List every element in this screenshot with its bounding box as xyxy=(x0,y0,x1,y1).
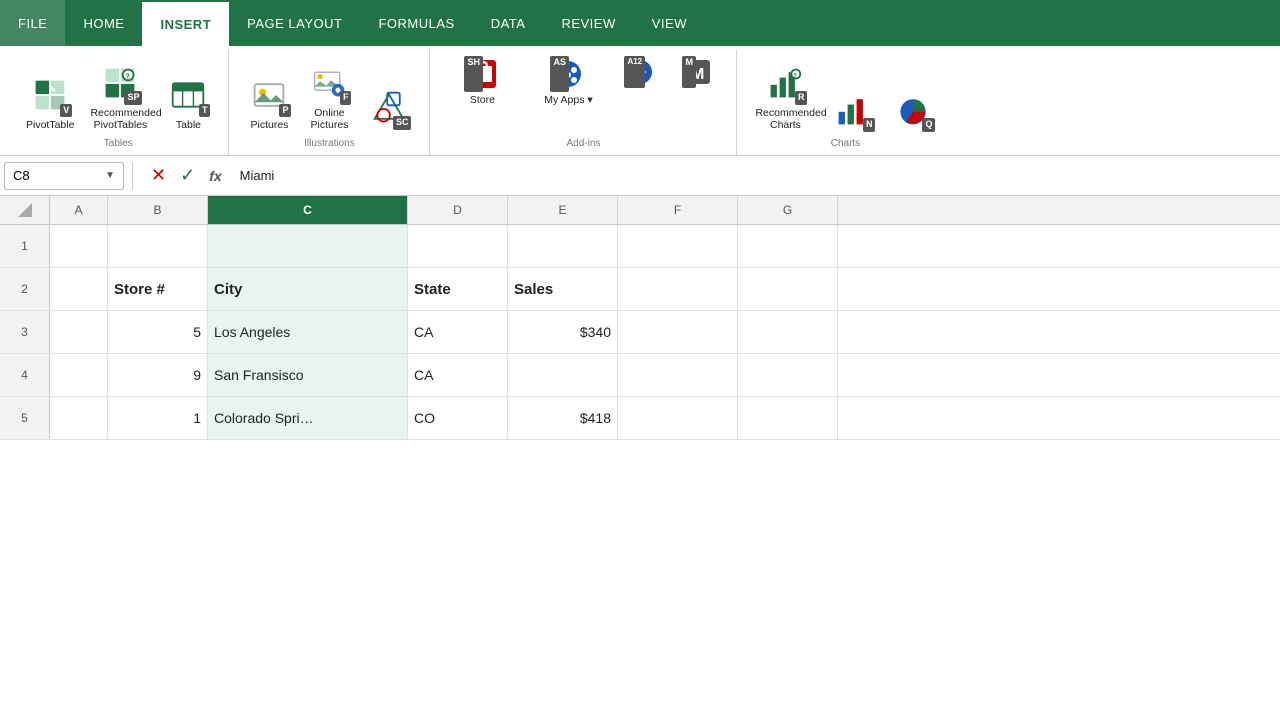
corner-cell xyxy=(0,196,50,224)
tab-formulas[interactable]: FORMULAS xyxy=(360,0,472,46)
formula-input[interactable] xyxy=(240,168,1276,183)
cell-g2[interactable] xyxy=(738,268,838,310)
spreadsheet: A B C D E F G 1 2 Store # City State Sal… xyxy=(0,196,1280,440)
table-row: 5 1 Colorado Spri… CO $418 xyxy=(0,397,1280,440)
tab-home[interactable]: HOME xyxy=(65,0,142,46)
cell-d4[interactable]: CA xyxy=(408,354,508,396)
row-header-3[interactable]: 3 xyxy=(0,311,50,353)
cell-d2[interactable]: State xyxy=(408,268,508,310)
name-box-dropdown-icon[interactable]: ▼ xyxy=(105,170,115,181)
cell-g3[interactable] xyxy=(738,311,838,353)
formula-bar: C8 ▼ ✕ ✓ fx xyxy=(0,156,1280,196)
ribbon-group-illustrations: P Pictures F OnlinePictures xyxy=(229,50,430,155)
tab-insert[interactable]: INSERT xyxy=(142,0,229,46)
ribbon-group-addins: SH Store AS My Apps ▾ xyxy=(430,50,737,155)
name-box[interactable]: C8 ▼ xyxy=(4,162,124,190)
cell-f2[interactable] xyxy=(618,268,738,310)
tables-group-label: Tables xyxy=(104,138,133,151)
svg-text:?: ? xyxy=(794,72,798,79)
cell-a5[interactable] xyxy=(50,397,108,439)
cancel-icon[interactable]: ✕ xyxy=(147,163,170,188)
formula-bar-action-icons: ✕ ✓ fx xyxy=(147,163,230,188)
cell-e1[interactable] xyxy=(508,225,618,267)
online-pictures-button[interactable]: F OnlinePictures xyxy=(301,59,357,134)
cell-f3[interactable] xyxy=(618,311,738,353)
row-header-4[interactable]: 4 xyxy=(0,354,50,396)
table-row: 3 5 Los Angeles CA $340 xyxy=(0,311,1280,354)
col-header-f[interactable]: F xyxy=(618,196,738,224)
col-header-g[interactable]: G xyxy=(738,196,838,224)
bar-chart-button[interactable]: N xyxy=(825,86,881,134)
shapes-button[interactable]: SC xyxy=(361,84,417,134)
col-header-d[interactable]: D xyxy=(408,196,508,224)
tab-file[interactable]: FILE xyxy=(0,0,65,46)
cell-g4[interactable] xyxy=(738,354,838,396)
pivot-table-button[interactable]: V PivotTable xyxy=(20,71,80,134)
cell-b1[interactable] xyxy=(108,225,208,267)
table-row: 2 Store # City State Sales xyxy=(0,268,1280,311)
cell-d3[interactable]: CA xyxy=(408,311,508,353)
cell-f5[interactable] xyxy=(618,397,738,439)
cell-b3[interactable]: 5 xyxy=(108,311,208,353)
bing-maps-button[interactable]: A12 xyxy=(614,54,666,90)
tab-page-layout[interactable]: PAGE LAYOUT xyxy=(229,0,360,46)
tab-data[interactable]: DATA xyxy=(473,0,544,46)
cell-c3[interactable]: Los Angeles xyxy=(208,311,408,353)
cell-f4[interactable] xyxy=(618,354,738,396)
cell-a4[interactable] xyxy=(50,354,108,396)
cell-b4[interactable]: 9 xyxy=(108,354,208,396)
cell-d1[interactable] xyxy=(408,225,508,267)
cell-e4[interactable] xyxy=(508,354,618,396)
ribbon-group-tables: V PivotTable ? SP Recommen xyxy=(8,50,229,155)
row-header-2[interactable]: 2 xyxy=(0,268,50,310)
cell-a3[interactable] xyxy=(50,311,108,353)
col-header-e[interactable]: E xyxy=(508,196,618,224)
tab-view[interactable]: VIEW xyxy=(634,0,705,46)
charts-group-label: Charts xyxy=(831,138,860,151)
recommended-charts-button[interactable]: ? R RecommendedCharts xyxy=(749,59,821,134)
col-header-b[interactable]: B xyxy=(108,196,208,224)
cell-a1[interactable] xyxy=(50,225,108,267)
ribbon-group-charts: ? R RecommendedCharts N xyxy=(737,50,953,155)
addins-group-label: Add-ins xyxy=(567,138,601,151)
column-headers: A B C D E F G xyxy=(0,196,1280,225)
cell-b2[interactable]: Store # xyxy=(108,268,208,310)
function-icon[interactable]: fx xyxy=(205,166,225,186)
cell-c2[interactable]: City xyxy=(208,268,408,310)
cell-e5[interactable]: $418 xyxy=(508,397,618,439)
tab-review[interactable]: REVIEW xyxy=(543,0,633,46)
cell-c4[interactable]: San Fransisco xyxy=(208,354,408,396)
cell-f1[interactable] xyxy=(618,225,738,267)
cell-g1[interactable] xyxy=(738,225,838,267)
illustrations-group-label: Illustrations xyxy=(304,138,355,151)
ribbon-content: V PivotTable ? SP Recommen xyxy=(0,46,1280,156)
svg-text:?: ? xyxy=(126,71,130,80)
confirm-icon[interactable]: ✓ xyxy=(176,163,199,188)
ribbon-tabs: FILE HOME INSERT PAGE LAYOUT FORMULAS DA… xyxy=(0,0,1280,46)
row-header-5[interactable]: 5 xyxy=(0,397,50,439)
pictures-button[interactable]: P Pictures xyxy=(241,71,297,134)
table-row: 1 xyxy=(0,225,1280,268)
cell-e3[interactable]: $340 xyxy=(508,311,618,353)
cell-e2[interactable]: Sales xyxy=(508,268,618,310)
m-button[interactable]: M M xyxy=(672,54,724,90)
recommended-pivot-button[interactable]: ? SP RecommendedPivotTables xyxy=(84,59,156,134)
col-header-a[interactable]: A xyxy=(50,196,108,224)
table-button[interactable]: T Table xyxy=(160,71,216,134)
col-header-c[interactable]: C xyxy=(208,196,408,224)
my-apps-button[interactable]: AS My Apps ▾ xyxy=(528,54,608,109)
cell-b5[interactable]: 1 xyxy=(108,397,208,439)
pie-chart-button[interactable]: Q xyxy=(885,86,941,134)
cell-a2[interactable] xyxy=(50,268,108,310)
cell-c5[interactable]: Colorado Spri… xyxy=(208,397,408,439)
cell-g5[interactable] xyxy=(738,397,838,439)
row-header-1[interactable]: 1 xyxy=(0,225,50,267)
table-row: 4 9 San Fransisco CA xyxy=(0,354,1280,397)
store-button[interactable]: SH Store xyxy=(442,54,522,109)
formula-bar-divider xyxy=(132,162,133,190)
cell-d5[interactable]: CO xyxy=(408,397,508,439)
cell-c1[interactable] xyxy=(208,225,408,267)
